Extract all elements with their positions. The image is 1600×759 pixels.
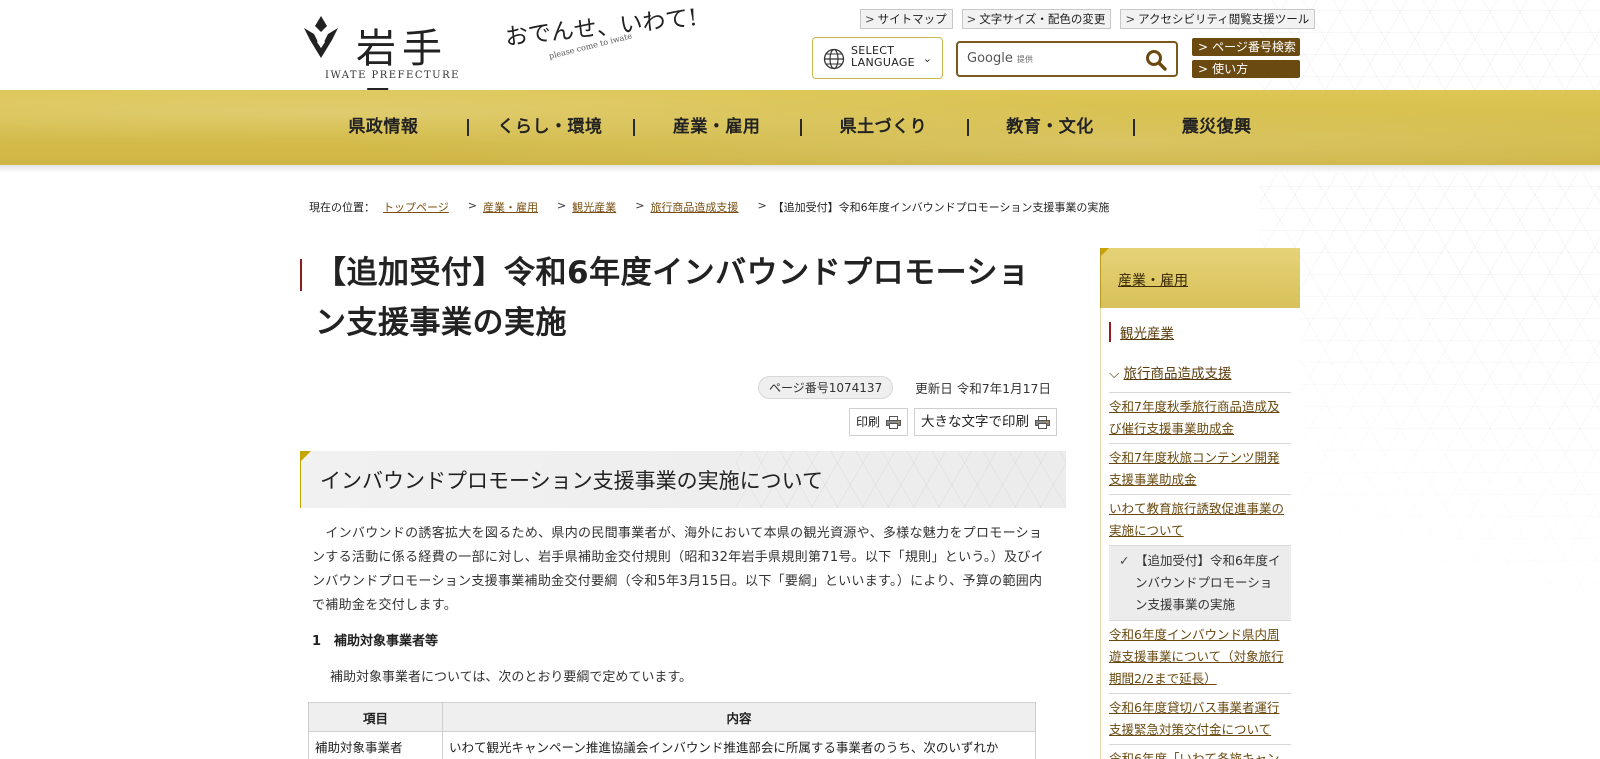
updated-date: 更新日 令和7年1月17日 [915, 381, 1052, 396]
table-cell: いわて観光キャンペーン推進協議会インバウンド推進部会に所属する事業者のうち、次の… [442, 731, 1036, 759]
sidebar-list-item[interactable]: いわて教育旅行誘致促進事業の実施について [1109, 494, 1291, 545]
table-cell: 補助対象事業者 [308, 731, 443, 759]
page-number-search-button[interactable]: > ページ番号検索 [1192, 38, 1300, 56]
breadcrumb-current: 【追加受付】令和6年度インバウンドプロモーション支援事業の実施 [772, 201, 1110, 214]
chevron-right-icon: > [865, 12, 875, 26]
checkmark-icon: ✓ [1119, 553, 1130, 568]
global-nav: 県政情報 くらし・環境 産業・雇用 県土づくり 教育・文化 震災復興 [0, 90, 1600, 165]
body-paragraph: インバウンドの誘客拡大を図るため、県内の民間事業者が、海外において本県の観光資源… [312, 526, 1044, 613]
chevron-right-icon: > [1198, 40, 1209, 54]
breadcrumb-link-ryoko[interactable]: 旅行商品造成支援 [650, 199, 738, 215]
breadcrumb-separator: > [467, 199, 477, 212]
page-title: 【追加受付】令和6年度インバウンドプロモーショ ン支援事業の実施 [315, 255, 1030, 341]
sidebar-list-item[interactable]: 令和7年度秋季旅行商品造成及び催行支援事業助成金 [1109, 392, 1291, 443]
nav-item-kyoiku[interactable]: 教育・文化 [966, 90, 1134, 165]
sidebar-item-kanko[interactable]: 観光産業 [1109, 322, 1291, 342]
print-large-button[interactable]: 大きな文字で印刷 [914, 408, 1057, 436]
section-heading: インバウンドプロモーション支援事業の実施について [300, 451, 1066, 508]
language-label: SELECT LANGUAGE [851, 44, 915, 69]
prefecture-emblem-icon [304, 16, 338, 58]
print-buttons: 印刷 大きな文字で印刷 [848, 408, 1057, 436]
chevron-right-icon: > [966, 12, 977, 26]
search-input[interactable] [1038, 47, 1138, 71]
body-paragraph-2: 補助対象事業者については、次のとおり要綱で定めています。 [330, 670, 693, 685]
google-label: Google 提供 [967, 51, 1033, 66]
select-language-button[interactable]: SELECT LANGUAGE ⌄ [812, 37, 943, 79]
nav-item-kurashi[interactable]: くらし・環境 [466, 90, 634, 165]
sidebar-list-item[interactable]: 令和6年度「いわて冬旅キャンペーン2025」における冬季観光 [1109, 744, 1291, 759]
table-header-item: 項目 [308, 702, 443, 732]
breadcrumb-link-sangyo[interactable]: 産業・雇用 [483, 199, 538, 215]
site-search: Google 提供 [956, 41, 1178, 77]
subheading: 1 補助対象事業者等 [312, 634, 439, 649]
nav-item-kensei[interactable]: 県政情報 [300, 90, 467, 165]
sidebar-list-item[interactable]: 令和6年度インバウンド県内周遊支援事業について（対象旅行期間2/2まで延長） [1109, 620, 1291, 693]
utility-links: > サイトマップ > 文字サイズ・配色の変更 > アクセシビリティ閲覧支援ツール [860, 9, 1316, 29]
header-side-buttons: > ページ番号検索 > 使い方 [1192, 38, 1300, 82]
sidebar-body: 観光産業 ⌵ 旅行商品造成支援 令和7年度秋季旅行商品造成及び催行支援事業助成金… [1100, 308, 1300, 759]
breadcrumb-separator: > [635, 199, 645, 212]
chevron-right-icon: > [1125, 12, 1136, 26]
breadcrumb: 現在の位置： トップページ > 産業・雇用 > 観光産業 > 旅行商品造成支援 … [309, 199, 1109, 215]
page-meta: ページ番号1074137 更新日 令和7年1月17日 [758, 376, 1051, 399]
breadcrumb-link-top[interactable]: トップページ [383, 199, 449, 215]
tagline: おでんせ、いわて! please come to iwate [504, 5, 705, 72]
chevron-down-icon: ⌄ [922, 52, 932, 65]
sidebar: 産業・雇用 観光産業 ⌵ 旅行商品造成支援 令和7年度秋季旅行商品造成及び催行支… [1100, 248, 1300, 759]
nav-item-shinsai[interactable]: 震災復興 [1133, 90, 1300, 165]
sidebar-heading: 産業・雇用 [1100, 248, 1300, 308]
print-button[interactable]: 印刷 [848, 408, 908, 436]
printer-icon [886, 415, 901, 429]
chevron-right-icon: > [1198, 62, 1209, 76]
section-heading-text: インバウンドプロモーション支援事業の実施について [320, 469, 823, 493]
search-icon[interactable] [1144, 48, 1168, 72]
table-row: 補助対象事業者 いわて観光キャンペーン推進協議会インバウンド推進部会に所属する事… [308, 731, 1036, 759]
accessibility-tool-link[interactable]: > アクセシビリティ閲覧支援ツール [1120, 9, 1316, 29]
globe-icon [823, 48, 845, 70]
nav-item-sangyo[interactable]: 産業・雇用 [633, 90, 800, 165]
page-number-badge: ページ番号1074137 [758, 376, 894, 399]
breadcrumb-separator: > [557, 199, 567, 212]
sidebar-heading-link[interactable]: 産業・雇用 [1118, 270, 1188, 290]
usage-button[interactable]: > 使い方 [1192, 60, 1300, 78]
sidebar-item-ryoko[interactable]: ⌵ 旅行商品造成支援 [1109, 362, 1232, 382]
site-logo[interactable]: 岩手県 IWATE PREFECTURE [300, 10, 490, 130]
eligibility-table: 項目 内容 補助対象事業者 いわて観光キャンペーン推進協議会インバウンド推進部会… [308, 702, 1036, 759]
text-size-color-link[interactable]: > 文字サイズ・配色の変更 [961, 9, 1112, 29]
nav-item-kendo[interactable]: 県土づくり [800, 90, 967, 165]
chevron-down-icon: ⌵ [1109, 366, 1124, 382]
sidebar-list-item[interactable]: 令和7年度秋旅コンテンツ開発支援事業助成金 [1109, 443, 1291, 494]
sidebar-list: 令和7年度秋季旅行商品造成及び催行支援事業助成金 令和7年度秋旅コンテンツ開発支… [1109, 392, 1291, 759]
sitemap-link[interactable]: > サイトマップ [860, 9, 953, 29]
title-accent-bar [300, 259, 302, 291]
breadcrumb-separator: > [757, 199, 767, 212]
sidebar-current-item: ✓ 【追加受付】令和6年度インバウンドプロモーション支援事業の実施 [1109, 545, 1291, 620]
logo-subtitle: IWATE PREFECTURE [325, 70, 460, 81]
site-header: 岩手県 IWATE PREFECTURE おでんせ、いわて! please co… [0, 0, 1600, 130]
printer-icon [1035, 415, 1050, 429]
table-header-content: 内容 [442, 702, 1036, 732]
nav-shadow [0, 165, 1600, 173]
breadcrumb-link-kanko[interactable]: 観光産業 [572, 199, 616, 215]
breadcrumb-label: 現在の位置： [309, 201, 375, 214]
sidebar-list-item[interactable]: 令和6年度貸切バス事業者運行支援緊急対策交付金について [1109, 693, 1291, 744]
